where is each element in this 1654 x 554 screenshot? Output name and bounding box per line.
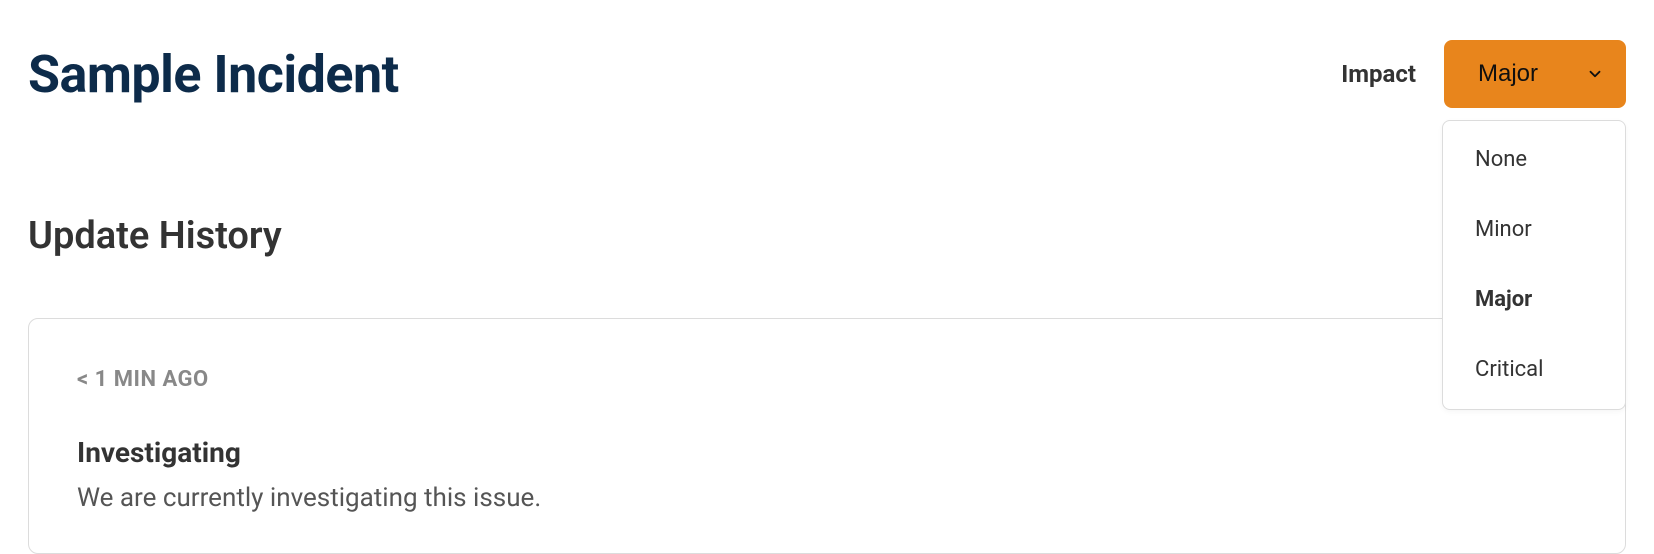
page-title: Sample Incident — [28, 44, 399, 105]
impact-label: Impact — [1341, 60, 1416, 88]
update-status: Investigating — [77, 436, 1577, 469]
chevron-down-icon — [1586, 65, 1604, 83]
impact-option-major[interactable]: Major — [1443, 265, 1625, 335]
update-timestamp: < 1 MIN AGO — [77, 367, 1577, 392]
update-message: We are currently investigating this issu… — [77, 483, 1577, 513]
impact-select-button[interactable]: Major — [1444, 40, 1626, 108]
impact-option-critical[interactable]: Critical — [1443, 335, 1625, 405]
impact-group: Impact Major — [1341, 40, 1626, 108]
impact-option-minor[interactable]: Minor — [1443, 195, 1625, 265]
impact-dropdown-menu: None Minor Major Critical — [1442, 120, 1626, 410]
update-card: < 1 MIN AGO Investigating We are current… — [28, 318, 1626, 554]
impact-selected-value: Major — [1478, 60, 1538, 88]
header-row: Sample Incident Impact Major — [0, 0, 1654, 108]
impact-option-none[interactable]: None — [1443, 125, 1625, 195]
update-history-title: Update History — [28, 214, 1654, 258]
